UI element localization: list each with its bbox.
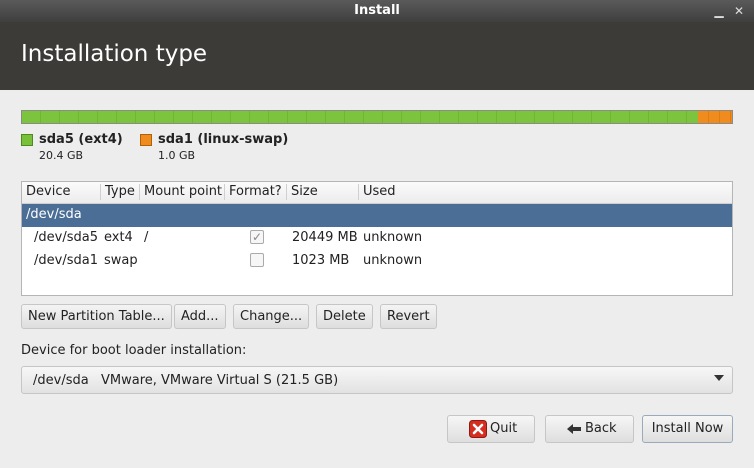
minimize-icon[interactable]: ▁ — [712, 4, 726, 18]
bootloader-description: VMware, VMware Virtual S (21.5 GB) — [101, 373, 339, 388]
partition-segment-sda5 — [22, 111, 698, 123]
legend-size: 1.0 GB — [158, 149, 196, 162]
back-arrow-icon — [567, 424, 581, 434]
new-partition-table-button[interactable]: New Partition Table... — [21, 304, 172, 329]
window-titlebar: Install ▁ ✕ — [0, 0, 754, 22]
bootloader-device-select[interactable]: /dev/sda VMware, VMware Virtual S (21.5 … — [21, 366, 733, 394]
column-header-device[interactable]: Device — [22, 184, 101, 200]
cell-size: 20449 MB — [292, 230, 358, 245]
bootloader-device: /dev/sda — [33, 373, 89, 388]
table-header: Device Type Mount point Format? Size Use… — [22, 182, 732, 204]
cell-device: /dev/sda5 — [34, 230, 98, 245]
column-header-format[interactable]: Format? — [225, 184, 287, 200]
back-button[interactable]: Back — [545, 415, 634, 443]
column-header-size[interactable]: Size — [287, 184, 359, 200]
revert-button[interactable]: Revert — [380, 304, 437, 329]
page-title: Installation type — [21, 41, 208, 67]
chevron-down-icon — [714, 375, 724, 381]
bootloader-label: Device for boot loader installation: — [21, 343, 247, 358]
table-row[interactable]: /dev/sda1 swap 1023 MB unknown — [22, 250, 732, 273]
cell-device: /dev/sda1 — [34, 253, 98, 268]
legend-size: 20.4 GB — [39, 149, 84, 162]
table-row[interactable]: /dev/sda5 ext4 / ✓ 20449 MB unknown — [22, 227, 732, 250]
column-header-type[interactable]: Type — [101, 184, 140, 200]
cell-size: 1023 MB — [292, 253, 350, 268]
window-title: Install — [354, 3, 400, 18]
quit-button[interactable]: Quit — [447, 415, 535, 443]
change-partition-button[interactable]: Change... — [233, 304, 310, 329]
quit-label: Quit — [490, 421, 518, 436]
column-header-used[interactable]: Used — [359, 184, 732, 200]
delete-partition-button[interactable]: Delete — [316, 304, 373, 329]
legend-name: sda5 (ext4) — [39, 132, 123, 147]
cell-type: ext4 — [104, 230, 133, 245]
legend-swatch — [140, 134, 152, 146]
partition-table[interactable]: Device Type Mount point Format? Size Use… — [21, 181, 733, 296]
format-checkbox[interactable] — [250, 253, 264, 267]
page-header: Installation type — [0, 22, 754, 90]
cell-used: unknown — [363, 230, 423, 245]
legend-swatch — [21, 134, 33, 146]
install-now-label: Install Now — [651, 421, 724, 436]
column-header-mount[interactable]: Mount point — [140, 184, 225, 200]
partition-segment-sda1 — [697, 111, 732, 123]
cell-type: swap — [104, 253, 138, 268]
add-partition-button[interactable]: Add... — [174, 304, 226, 329]
partition-bar — [21, 110, 733, 124]
close-icon[interactable]: ✕ — [732, 4, 746, 18]
legend-name: sda1 (linux-swap) — [158, 132, 289, 147]
cell-used: unknown — [363, 253, 423, 268]
install-now-button[interactable]: Install Now — [642, 415, 733, 443]
group-device: /dev/sda — [26, 207, 82, 222]
cell-mount: / — [144, 230, 149, 245]
quit-icon — [469, 420, 487, 438]
back-label: Back — [585, 421, 617, 436]
table-row-group[interactable]: /dev/sda — [22, 204, 732, 227]
format-checkbox[interactable]: ✓ — [250, 230, 264, 244]
